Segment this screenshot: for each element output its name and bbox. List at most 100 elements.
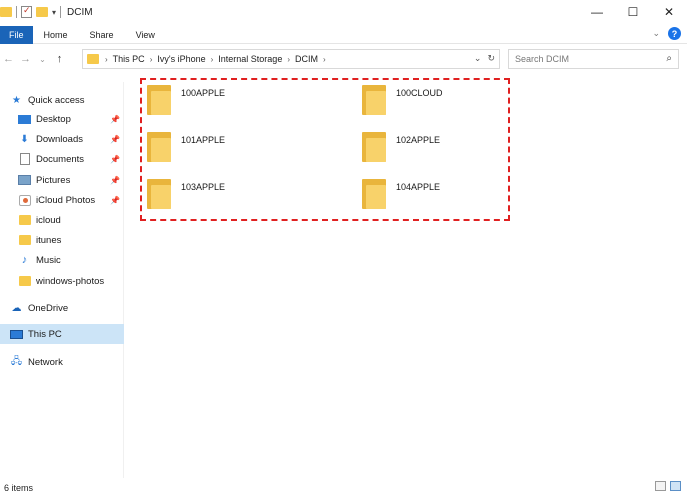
- breadcrumb-separator-icon[interactable]: ›: [287, 55, 290, 64]
- expand-ribbon-icon[interactable]: ⌄: [652, 28, 660, 39]
- breadcrumb-separator-icon[interactable]: ›: [323, 55, 326, 64]
- tab-share[interactable]: Share: [79, 26, 125, 44]
- sidebar-item-label: Quick access: [28, 94, 85, 106]
- forward-arrow-icon[interactable]: →: [17, 53, 34, 65]
- ribbon-tabs: File Home Share View ⌄ ?: [0, 25, 687, 44]
- status-bar: 6 items: [0, 480, 687, 495]
- folder-icon: [18, 276, 31, 286]
- folder-icon: [362, 179, 386, 209]
- download-icon: ⬇: [20, 133, 29, 145]
- minimize-button[interactable]: —: [579, 0, 615, 24]
- pin-icon[interactable]: 📌: [110, 196, 120, 205]
- folder-label: 100CLOUD: [396, 88, 443, 98]
- help-icon[interactable]: ?: [668, 27, 681, 40]
- search-box[interactable]: Search DCIM ⌕: [508, 49, 679, 69]
- navigation-pane: ★ Quick access Desktop 📌 ⬇ Downloads 📌 D…: [0, 82, 124, 478]
- pictures-icon: [18, 175, 31, 185]
- pin-icon[interactable]: 📌: [110, 115, 120, 124]
- sidebar-item-onedrive[interactable]: ☁ OneDrive: [0, 298, 124, 318]
- folder-icon: [18, 215, 31, 225]
- folder-102apple[interactable]: 102APPLE: [362, 129, 542, 165]
- sidebar-item-desktop[interactable]: Desktop 📌: [0, 109, 124, 129]
- search-icon[interactable]: ⌕: [666, 53, 672, 64]
- sidebar-item-label: windows-photos: [36, 275, 105, 287]
- folder-icon: [0, 7, 12, 17]
- back-arrow-icon[interactable]: ←: [0, 53, 17, 65]
- address-bar[interactable]: › This PC › Ivy's iPhone › Internal Stor…: [82, 49, 500, 69]
- sidebar-item-pictures[interactable]: Pictures 📌: [0, 170, 124, 190]
- sidebar-item-this-pc[interactable]: This PC: [0, 324, 124, 344]
- folder-icon: [147, 179, 171, 209]
- search-placeholder[interactable]: Search DCIM: [515, 54, 569, 64]
- address-history-chevron-icon[interactable]: ⌄: [474, 53, 482, 64]
- folder-100cloud[interactable]: 100CLOUD: [362, 82, 542, 118]
- sidebar-item-windows-photos[interactable]: windows-photos: [0, 271, 124, 291]
- pin-icon[interactable]: 📌: [110, 135, 120, 144]
- refresh-icon[interactable]: ↻: [487, 53, 495, 64]
- folder-icon: [18, 235, 31, 245]
- customize-toolbar-dropdown-icon[interactable]: ▾: [52, 8, 56, 17]
- sidebar-item-label: OneDrive: [28, 302, 69, 314]
- new-folder-icon[interactable]: [36, 7, 48, 17]
- toolbar-divider: [60, 6, 62, 18]
- breadcrumb-dcim[interactable]: DCIM: [295, 54, 318, 64]
- sidebar-item-downloads[interactable]: ⬇ Downloads 📌: [0, 129, 124, 149]
- folder-icon: [362, 132, 386, 162]
- breadcrumb-this-pc[interactable]: This PC: [113, 54, 145, 64]
- sidebar-item-network[interactable]: 🖧 Network: [0, 352, 124, 372]
- breadcrumb-internal-storage[interactable]: Internal Storage: [218, 54, 282, 64]
- sidebar-item-label: Documents: [36, 153, 85, 165]
- window-title: DCIM: [67, 6, 93, 18]
- close-button[interactable]: ✕: [651, 0, 687, 24]
- sidebar-item-documents[interactable]: Documents 📌: [0, 149, 124, 169]
- star-icon: ★: [12, 94, 21, 106]
- sidebar-item-quick-access[interactable]: ★ Quick access: [10, 90, 134, 110]
- sidebar-item-label: Music: [36, 254, 61, 266]
- sidebar-item-label: Pictures: [36, 174, 71, 186]
- address-actions: ⌄ ↻: [474, 53, 495, 64]
- desktop-icon: [18, 114, 31, 124]
- breadcrumb-iphone[interactable]: Ivy's iPhone: [157, 54, 205, 64]
- properties-icon[interactable]: [21, 5, 32, 18]
- breadcrumb-separator-icon[interactable]: ›: [211, 55, 214, 64]
- sidebar-item-label: Downloads: [36, 133, 83, 145]
- folder-label: 102APPLE: [396, 135, 441, 145]
- folder-label: 100APPLE: [181, 88, 226, 98]
- folder-icon: [362, 85, 386, 115]
- tab-view[interactable]: View: [125, 26, 166, 44]
- folder-label: 101APPLE: [181, 135, 226, 145]
- sidebar-item-icloud[interactable]: icloud: [0, 210, 124, 230]
- folder-103apple[interactable]: 103APPLE: [147, 176, 327, 212]
- folder-101apple[interactable]: 101APPLE: [147, 129, 327, 165]
- window-controls: — ☐ ✕: [579, 0, 687, 24]
- details-view-icon[interactable]: [655, 481, 666, 491]
- ribbon-right-controls: ⌄ ?: [652, 27, 681, 40]
- up-arrow-icon[interactable]: ↑: [51, 53, 68, 65]
- sidebar-item-label: iCloud Photos: [36, 194, 96, 206]
- view-toggle: [655, 481, 681, 491]
- music-icon: ♪: [21, 254, 28, 266]
- sidebar-item-icloud-photos[interactable]: iCloud Photos 📌: [0, 190, 124, 210]
- pin-icon[interactable]: 📌: [110, 155, 120, 164]
- maximize-button[interactable]: ☐: [615, 0, 651, 24]
- sidebar-item-itunes[interactable]: itunes: [0, 230, 124, 250]
- recent-locations-chevron-icon[interactable]: ⌄: [34, 55, 51, 64]
- sidebar-item-label: itunes: [36, 234, 62, 246]
- folder-104apple[interactable]: 104APPLE: [362, 176, 542, 212]
- documents-icon: [19, 153, 30, 165]
- large-icons-view-icon[interactable]: [670, 481, 681, 491]
- pin-icon[interactable]: 📌: [110, 176, 120, 185]
- sidebar-item-label: Desktop: [36, 113, 71, 125]
- tab-home[interactable]: Home: [33, 26, 79, 44]
- sidebar-item-label: Network: [28, 356, 63, 368]
- folder-label: 103APPLE: [181, 182, 226, 192]
- tab-file[interactable]: File: [0, 25, 33, 44]
- toolbar-divider: [16, 6, 17, 18]
- navigation-bar: ← → ⌄ ↑ › This PC › Ivy's iPhone › Inter…: [0, 48, 687, 70]
- breadcrumb-separator-icon[interactable]: ›: [105, 55, 108, 64]
- breadcrumb-separator-icon[interactable]: ›: [150, 55, 153, 64]
- title-bar: ▾ DCIM — ☐ ✕: [0, 0, 687, 24]
- sidebar-item-music[interactable]: ♪ Music: [0, 250, 124, 270]
- sidebar-item-label: icloud: [36, 214, 61, 226]
- folder-100apple[interactable]: 100APPLE: [147, 82, 327, 118]
